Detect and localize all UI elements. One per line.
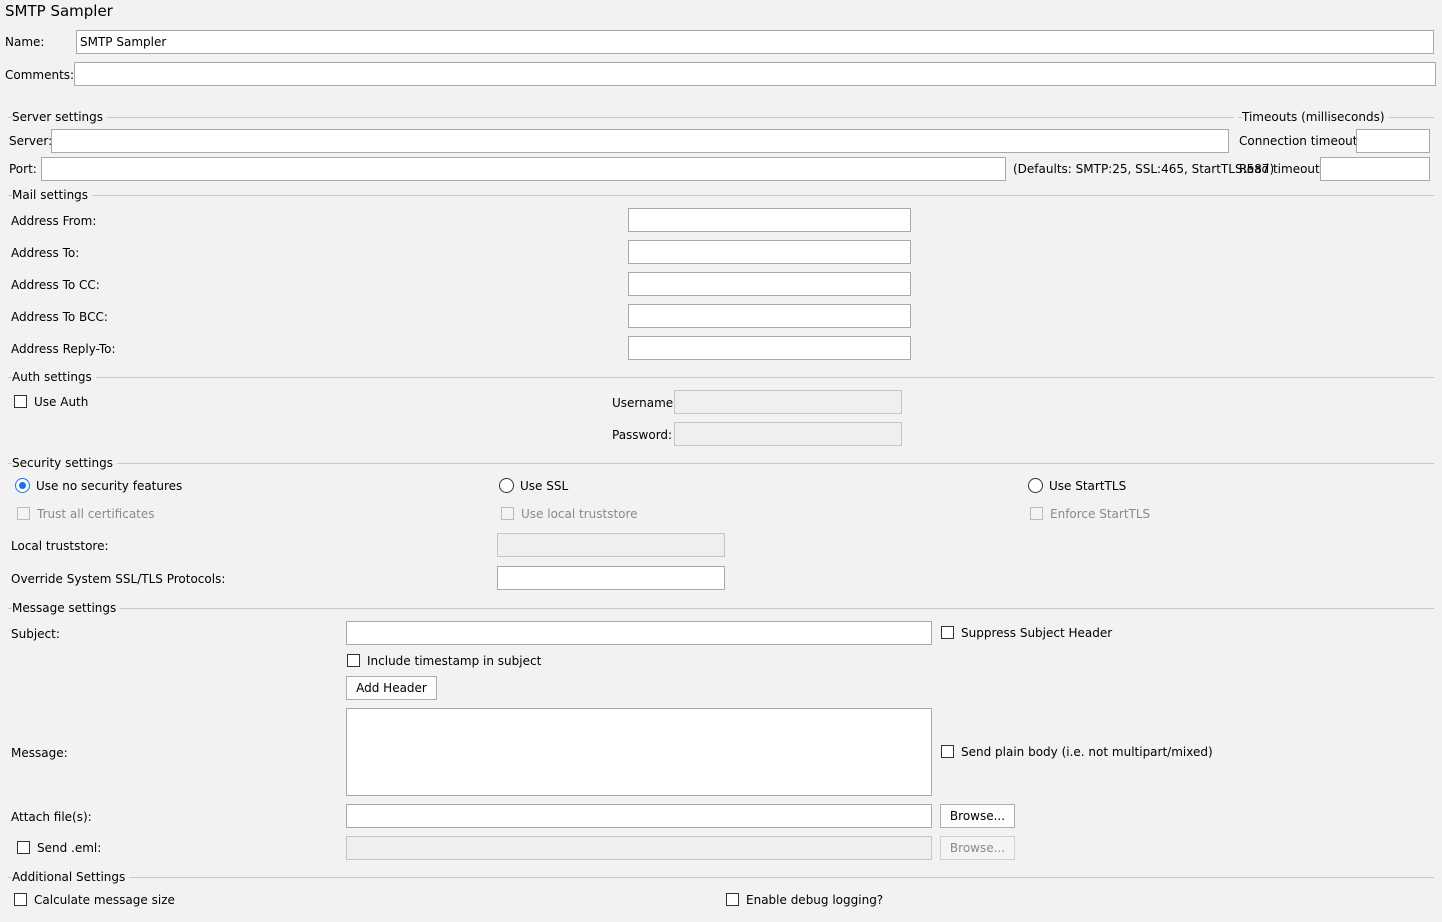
send-eml-label: Send .eml: (37, 841, 102, 855)
username-label: Username: (612, 396, 678, 410)
send-plain-body-checkbox[interactable] (941, 745, 954, 758)
address-reply-to-input[interactable] (628, 336, 911, 360)
subject-input[interactable] (346, 621, 932, 645)
security-settings-title: Security settings (12, 456, 117, 470)
address-reply-to-label: Address Reply-To: (11, 342, 116, 356)
debug-logging-label: Enable debug logging? (746, 893, 884, 907)
message-label: Message: (11, 746, 68, 760)
address-from-label: Address From: (11, 214, 97, 228)
include-timestamp-checkbox[interactable] (347, 654, 360, 667)
calc-size-label: Calculate message size (34, 893, 175, 907)
subject-label: Subject: (11, 627, 60, 641)
local-truststore-label: Local truststore: (11, 539, 109, 553)
local-truststore-checkbox[interactable] (501, 507, 514, 520)
panel-title: SMTP Sampler (5, 2, 113, 20)
comments-label: Comments: (5, 68, 75, 82)
override-protocols-label: Override System SSL/TLS Protocols: (11, 572, 226, 586)
address-bcc-input[interactable] (628, 304, 911, 328)
include-timestamp-label: Include timestamp in subject (367, 654, 542, 668)
address-to-input[interactable] (628, 240, 911, 264)
use-ssl-label: Use SSL (520, 479, 569, 493)
suppress-subject-checkbox[interactable] (941, 626, 954, 639)
local-truststore-checkbox-label: Use local truststore (521, 507, 638, 521)
address-bcc-label: Address To BCC: (11, 310, 108, 324)
send-plain-body-label: Send plain body (i.e. not multipart/mixe… (961, 745, 1213, 759)
security-settings-divider (8, 463, 1434, 464)
message-settings-title: Message settings (12, 601, 121, 615)
no-security-radio[interactable] (15, 478, 30, 493)
use-starttls-label: Use StartTLS (1049, 479, 1127, 493)
override-protocols-input[interactable] (497, 566, 725, 590)
read-timeout-input[interactable] (1320, 157, 1430, 181)
port-defaults-note: (Defaults: SMTP:25, SSL:465, StartTLS:58… (1013, 162, 1275, 176)
use-auth-checkbox[interactable] (14, 395, 27, 408)
address-cc-label: Address To CC: (11, 278, 100, 292)
auth-settings-divider (8, 377, 1434, 378)
connection-timeout-label: Connection timeout: (1239, 134, 1362, 148)
comments-input[interactable] (74, 62, 1436, 86)
debug-logging-checkbox[interactable] (726, 893, 739, 906)
use-ssl-radio[interactable] (499, 478, 514, 493)
port-input[interactable] (41, 157, 1006, 181)
use-auth-label: Use Auth (34, 395, 89, 409)
username-input[interactable] (674, 390, 902, 414)
trust-all-checkbox[interactable] (17, 507, 30, 520)
browse-eml-button[interactable]: Browse... (940, 836, 1015, 860)
server-label: Server: (9, 134, 53, 148)
add-header-button[interactable]: Add Header (346, 676, 437, 700)
mail-settings-divider (8, 195, 1434, 196)
message-textarea[interactable] (346, 708, 932, 796)
server-settings-divider (8, 117, 1234, 118)
send-eml-input[interactable] (346, 836, 932, 860)
password-input[interactable] (674, 422, 902, 446)
mail-settings-title: Mail settings (12, 188, 93, 202)
attach-files-input[interactable] (346, 804, 932, 828)
address-cc-input[interactable] (628, 272, 911, 296)
additional-settings-divider (8, 877, 1434, 878)
password-label: Password: (612, 428, 673, 442)
local-truststore-input[interactable] (497, 533, 725, 557)
server-input[interactable] (51, 129, 1229, 153)
read-timeout-label: Read timeout: (1239, 162, 1324, 176)
use-starttls-radio[interactable] (1028, 478, 1043, 493)
name-input[interactable]: SMTP Sampler (76, 30, 1434, 54)
address-from-input[interactable] (628, 208, 911, 232)
send-eml-checkbox[interactable] (17, 841, 30, 854)
attach-files-label: Attach file(s): (11, 810, 92, 824)
auth-settings-title: Auth settings (12, 370, 96, 384)
browse-attach-button[interactable]: Browse... (940, 804, 1015, 828)
calc-size-checkbox[interactable] (14, 893, 27, 906)
timeouts-title: Timeouts (milliseconds) (1242, 110, 1389, 124)
trust-all-label: Trust all certificates (37, 507, 155, 521)
name-label: Name: (5, 35, 45, 49)
enforce-starttls-checkbox[interactable] (1030, 507, 1043, 520)
enforce-starttls-label: Enforce StartTLS (1050, 507, 1151, 521)
no-security-label: Use no security features (36, 479, 183, 493)
port-label: Port: (9, 162, 37, 176)
address-to-label: Address To: (11, 246, 80, 260)
connection-timeout-input[interactable] (1356, 129, 1430, 153)
additional-settings-title: Additional Settings (12, 870, 130, 884)
server-settings-title: Server settings (12, 110, 108, 124)
message-settings-divider (8, 608, 1434, 609)
suppress-subject-label: Suppress Subject Header (961, 626, 1113, 640)
